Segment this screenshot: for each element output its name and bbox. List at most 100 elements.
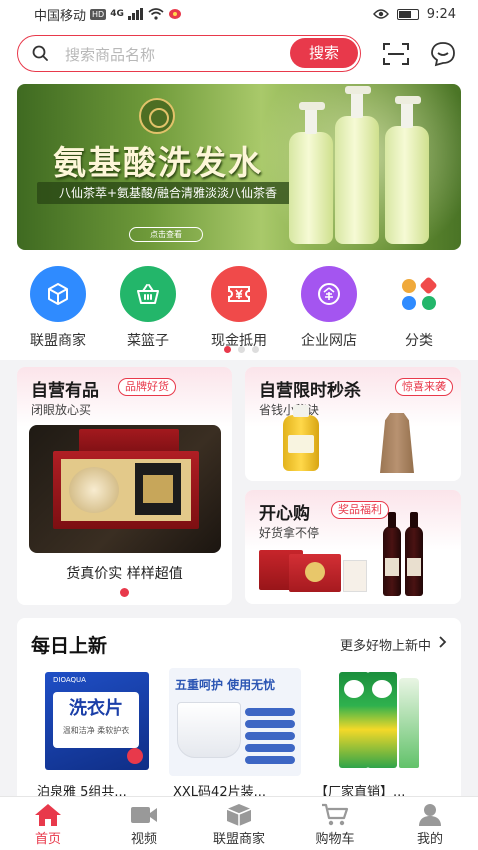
shampoo-bottle-image [289,102,333,244]
gift-box [53,451,199,529]
shampoo-bottle-image [335,86,379,244]
tab-label: 我的 [416,832,443,847]
card-title: 开心购 [259,504,310,524]
cash-ticket-icon [211,266,267,322]
card-caption: 货真价实 样样超值 [66,566,183,582]
clock: 9:24 [426,6,456,22]
more-link[interactable]: 更多好物上新中 [340,635,431,654]
user-icon [419,804,441,826]
enterprise-icon [301,266,357,322]
app-notification-icon [168,9,181,19]
tab-label: 联盟商家 [212,832,265,847]
quick-item-category[interactable]: 分类 [374,266,464,350]
box-icon [226,804,252,826]
card-title: 自营有品 [31,381,99,401]
quick-menu-pager [224,346,259,353]
wine-bottle-product-image[interactable] [405,512,423,596]
category-icon [391,266,447,322]
product-card[interactable]: DIOAQUA 洗衣片 温和洁净 柔软护衣 泊泉雅 5组共... [33,668,165,808]
tab-cart[interactable]: 购物车 [287,797,383,850]
self-goods-card[interactable]: 自营有品 品牌好货 闭眼放心买 货真价实 样样超值 [17,367,232,605]
tea-cake [69,467,119,513]
wifi-icon [148,8,164,20]
battery-icon [396,8,419,20]
gift-box-product-image[interactable] [29,425,221,553]
toothpaste-box [367,672,397,768]
gift-box-product-image [343,560,367,592]
count-badge [127,748,143,764]
quick-item-alliance-merchants[interactable]: 联盟商家 [13,266,103,350]
quick-item-label: 分类 [405,333,433,349]
wine-bottle-product-image[interactable] [383,512,401,596]
brand-logo-icon [139,98,175,134]
card-subtitle: 好货拿不停 [259,526,320,540]
pager-dot-active [224,346,231,353]
tab-label: 购物车 [315,832,355,847]
card-tag: 品牌好货 [118,378,176,396]
toothpaste-product-image [311,668,443,776]
flash-sale-card[interactable]: 自营限时秒杀 惊喜来袭 省钱小秘诀 [245,367,461,481]
card-tag: 惊喜来袭 [395,378,453,396]
tab-me[interactable]: 我的 [382,797,478,850]
search-button[interactable]: 搜索 [290,38,358,68]
toothpaste-box [339,672,369,768]
status-bar: 中国移动 HD 4G 9:24 [0,0,478,28]
basket-icon [120,266,176,322]
bottom-tab-bar: 首页 视频 联盟商家 购物车 我的 [0,796,478,850]
feature-bar [245,732,295,740]
quick-item-enterprise-store[interactable]: 企业网店 [284,266,374,350]
cooking-oil-product-image[interactable] [283,405,319,471]
product-brand-text: DIOAQUA [53,676,86,684]
tab-label: 首页 [34,832,61,847]
product-card[interactable]: 五重呵护 使用无忧 XXL码42片装... [169,668,301,808]
search-input[interactable]: 搜索商品名称 [65,44,155,65]
pack-label: 洗衣片温和洁净 柔软护衣 [53,692,139,748]
cart-icon [322,803,349,826]
tab-alliance-merchants[interactable]: 联盟商家 [191,797,287,850]
card-tag: 奖品福利 [331,501,389,519]
daily-new-section: 每日上新 更多好物上新中 DIOAQUA 洗衣片 温和洁净 柔软护衣 泊泉雅 5组… [17,618,461,808]
carousel-dot-active [120,588,129,597]
pack-subtitle: 温和洁净 柔软护衣 [62,726,130,735]
pager-dot [252,346,259,353]
product-image-headline: 五重呵护 使用无忧 [175,678,276,692]
feature-bar [245,744,295,752]
pack-title: 洗衣片 [69,698,123,719]
home-icon [35,804,61,826]
quick-item-label: 菜篮子 [127,333,169,349]
toothpaste-tube [399,678,419,768]
tab-home[interactable]: 首页 [0,797,96,850]
shampoo-bottle-image [385,96,429,244]
chevron-right-icon[interactable] [437,635,447,649]
diaper-pants [177,702,241,758]
quick-item-vegetable-basket[interactable]: 菜篮子 [103,266,193,350]
pager-dot [238,346,245,353]
feature-bar [245,720,295,728]
product-card[interactable]: 【厂家直销】... [311,668,443,808]
cube-icon [30,266,86,322]
tab-video[interactable]: 视频 [96,797,192,850]
message-icon[interactable] [430,41,456,67]
scan-icon[interactable] [383,43,409,65]
gift-box-product-image[interactable] [289,554,341,592]
quick-menu: 联盟商家 菜篮子 现金抵用 企业网店 分类 [0,266,478,349]
quick-item-label: 企业网店 [301,333,357,349]
tab-label: 视频 [130,832,157,847]
quick-item-cash-voucher[interactable]: 现金抵用 [194,266,284,350]
eye-comfort-icon [372,9,389,19]
diaper-pants-product-image: 五重呵护 使用无忧 [169,668,301,776]
promo-banner[interactable]: 氨基酸洗发水 八仙茶萃+氨基酸/融合清雅淡淡八仙茶香 点击查看 [17,84,461,250]
happy-buy-card[interactable]: 开心购 奖品福利 好货拿不停 [245,490,461,604]
trench-coat-product-image[interactable] [380,413,414,473]
card-subtitle: 闭眼放心买 [31,403,92,417]
carrier-name: 中国移动 [34,8,87,24]
feature-bar [245,756,295,764]
video-icon [131,807,157,823]
banner-title: 氨基酸洗发水 [53,143,263,182]
hd-indicator: HD [90,8,107,20]
tea-tin [135,463,181,515]
banner-cta-button[interactable]: 点击查看 [129,227,203,242]
laundry-sheet-product-image: DIOAQUA 洗衣片温和洁净 柔软护衣 [33,668,165,776]
search-bar[interactable]: 搜索商品名称 搜索 [17,35,361,72]
signal-icon [127,8,143,20]
